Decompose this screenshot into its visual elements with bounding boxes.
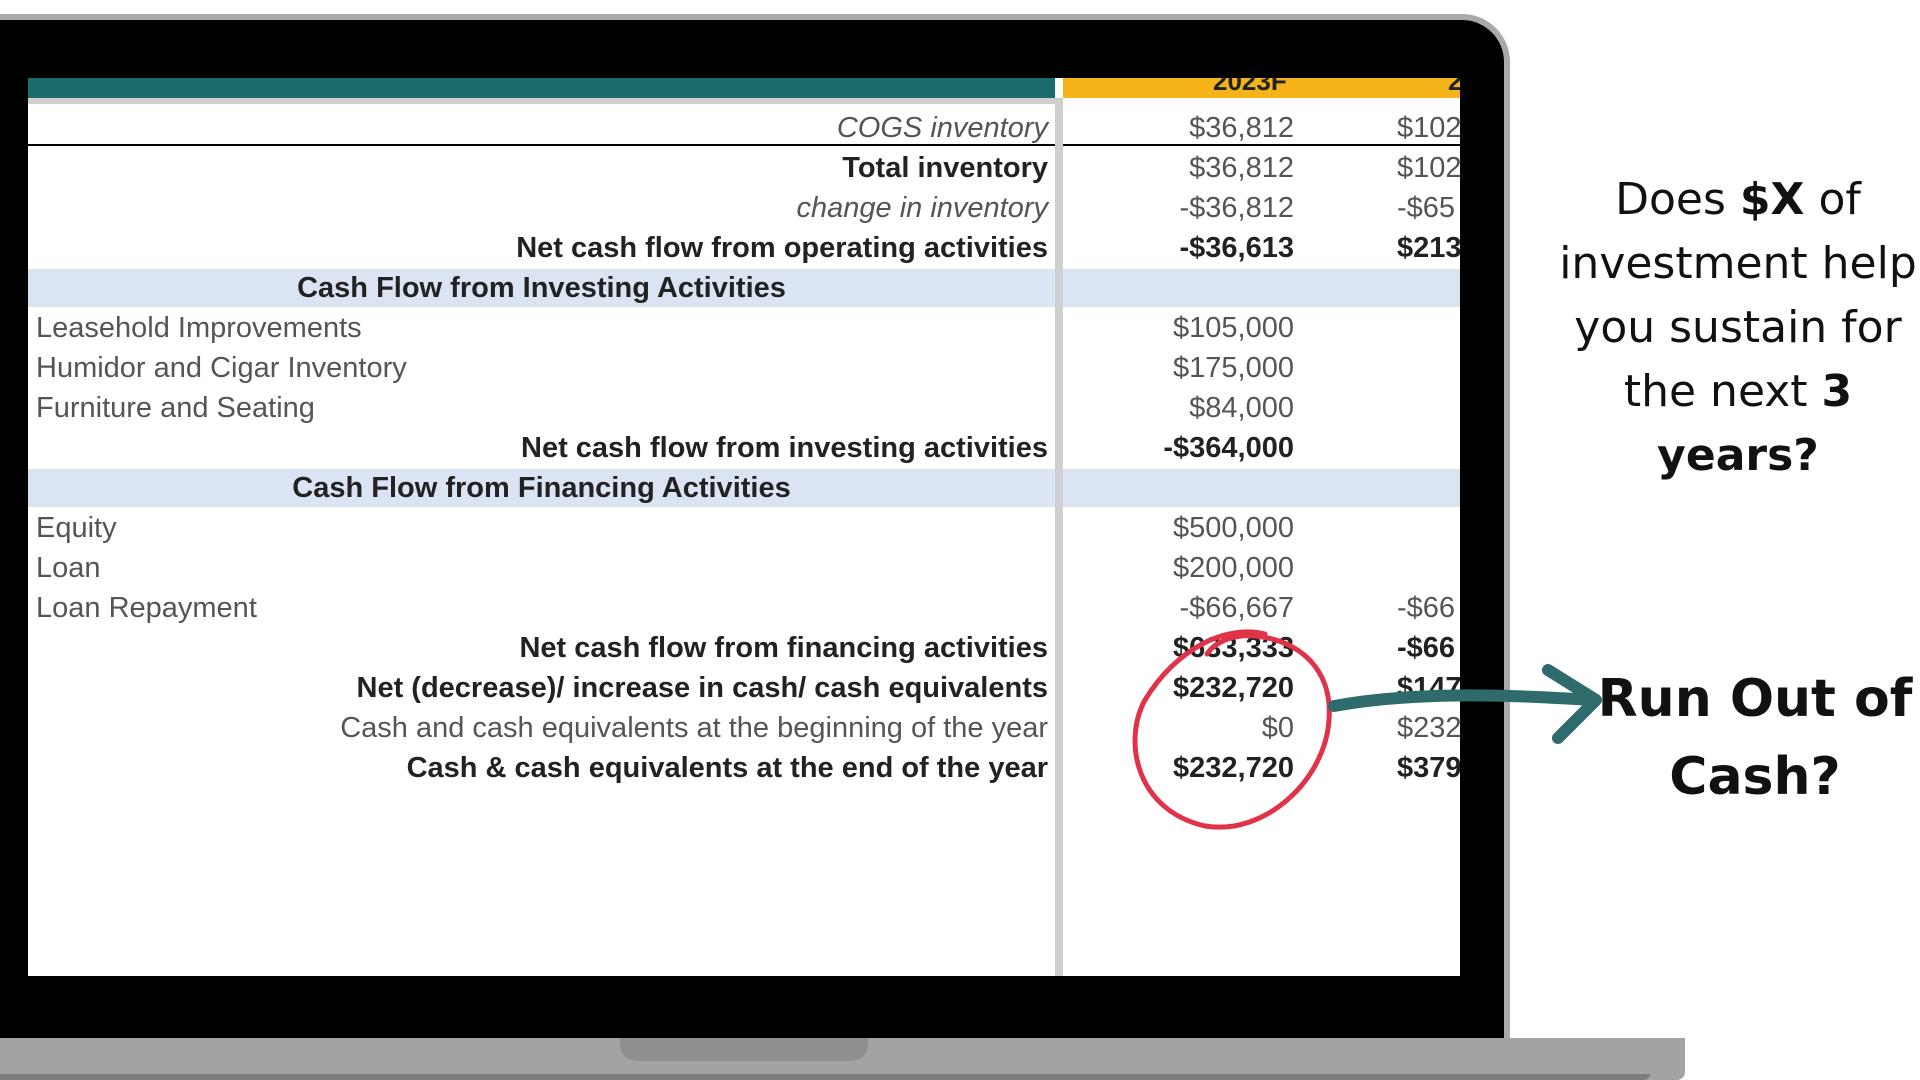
row-label: Net (decrease)/ increase in cash/ cash e…	[356, 672, 1049, 704]
section-title: Cash Flow from Financing Activities	[292, 472, 791, 504]
row-label: Net cash flow from operating activities	[516, 232, 1048, 264]
header-bar-teal	[28, 78, 1055, 98]
table-row: COGS inventory $36,812 $102	[28, 108, 1460, 148]
row-value-year2: -$66	[1397, 592, 1456, 624]
row-label: Loan	[36, 552, 101, 584]
row-value-year2: -$65	[1397, 192, 1456, 224]
table-row: change in inventory -$36,812 -$65	[28, 188, 1460, 228]
row-value-year1: $36,812	[1189, 152, 1294, 184]
question-highlight-amount: $X	[1739, 174, 1805, 225]
callout-line-2: Cash?	[1669, 747, 1841, 807]
row-value-year1: $105,000	[1173, 312, 1294, 344]
row-value-year1: $500,000	[1173, 512, 1294, 544]
row-value-year2: $213	[1397, 232, 1460, 264]
arrow-icon	[1328, 664, 1602, 744]
question-text-1: Does	[1615, 174, 1740, 225]
run-out-of-cash-callout: Run Out of Cash?	[1590, 660, 1920, 816]
row-label: Total inventory	[842, 152, 1048, 184]
row-label: COGS inventory	[836, 112, 1048, 144]
investment-question: Does $X of investment help you sustain f…	[1556, 168, 1920, 488]
row-value-year2: $102	[1397, 112, 1460, 144]
row-value-year1: $84,000	[1189, 392, 1294, 424]
header-bar-shadow	[28, 98, 1055, 104]
spreadsheet-screen: 2023F 2 COGS inventory $36,812 $102 Tota…	[28, 78, 1460, 976]
callout-line-1: Run Out of	[1597, 669, 1913, 729]
row-value-year1: $36,812	[1189, 112, 1294, 144]
section-header-financing: Cash Flow from Financing Activities	[28, 468, 1460, 508]
row-value-year1: $200,000	[1173, 552, 1294, 584]
row-label: Cash and cash equivalents at the beginni…	[340, 712, 1048, 744]
table-row: Humidor and Cigar Inventory $175,000	[28, 348, 1460, 388]
row-label: Net cash flow from investing activities	[521, 432, 1048, 464]
header-bar-year: 2023F 2	[1063, 78, 1460, 98]
table-row: Leasehold Improvements $105,000	[28, 308, 1460, 348]
table-row: Furniture and Seating $84,000	[28, 388, 1460, 428]
year-header-2: 2	[1448, 78, 1460, 96]
row-value-year1: -$36,812	[1179, 192, 1295, 224]
row-label: Furniture and Seating	[36, 392, 315, 424]
row-label: Cash & cash equivalents at the end of th…	[406, 752, 1048, 784]
row-value-year1: $175,000	[1173, 352, 1294, 384]
row-label: Net cash flow from financing activities	[519, 632, 1048, 664]
row-label: Equity	[36, 512, 117, 544]
table-row: Net cash flow from investing activities …	[28, 428, 1460, 468]
row-value-year2: $102	[1397, 152, 1460, 184]
row-value-year1: -$36,613	[1179, 232, 1295, 264]
table-row: Total inventory $36,812 $102	[28, 148, 1460, 188]
row-label: Leasehold Improvements	[36, 312, 362, 344]
row-value-year1: -$364,000	[1163, 432, 1294, 464]
table-row: Equity $500,000	[28, 508, 1460, 548]
row-label: Loan Repayment	[36, 592, 257, 624]
laptop-notch	[620, 1038, 868, 1061]
table-row: Net cash flow from operating activities …	[28, 228, 1460, 268]
year-header-1: 2023F	[1213, 78, 1287, 96]
laptop-base-shadow	[0, 1074, 1650, 1080]
section-title: Cash Flow from Investing Activities	[297, 272, 786, 304]
highlight-circle	[1132, 629, 1332, 830]
row-label: Humidor and Cigar Inventory	[36, 352, 407, 384]
section-header-investing: Cash Flow from Investing Activities	[28, 268, 1460, 308]
row-label: change in inventory	[796, 192, 1049, 224]
table-row: Loan $200,000	[28, 548, 1460, 588]
